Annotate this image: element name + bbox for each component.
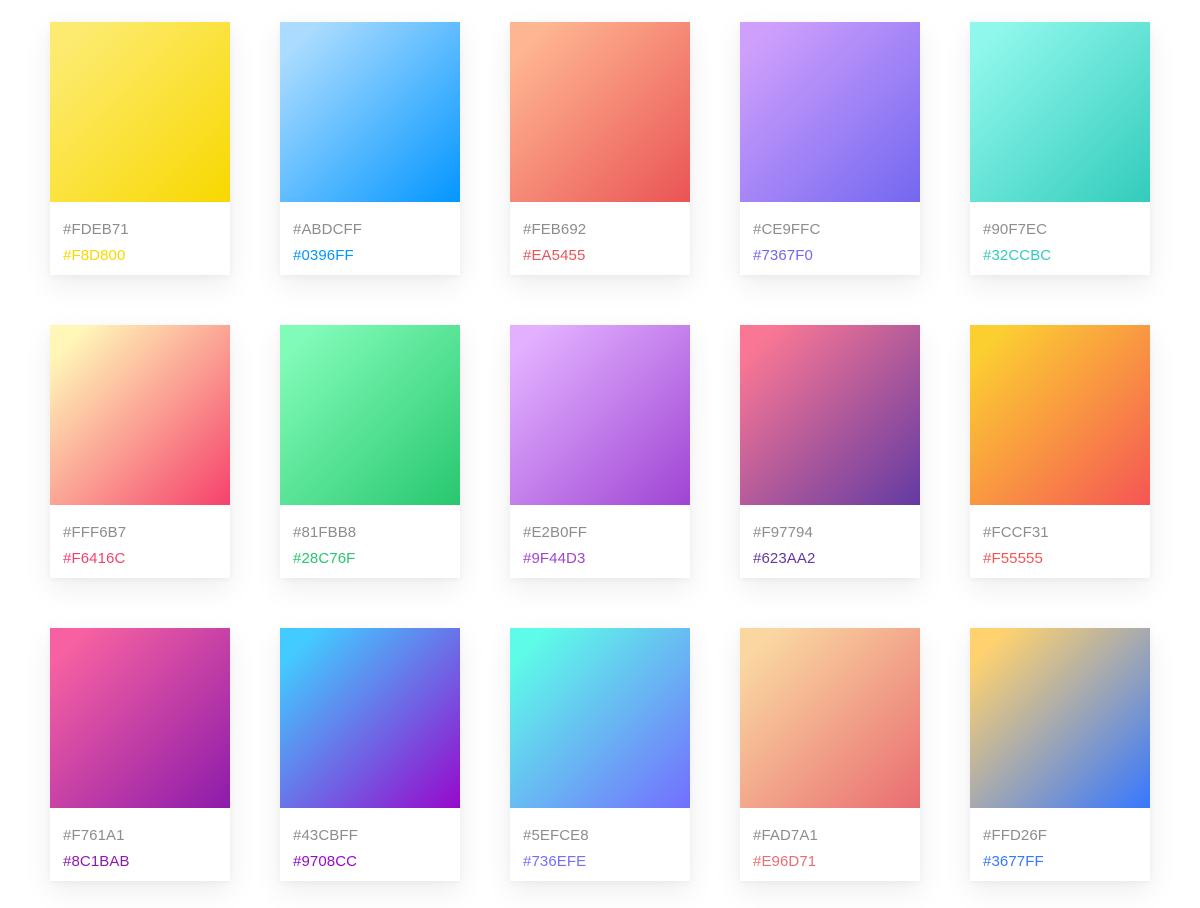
gradient-swatch[interactable] [280,628,460,808]
gradient-swatch[interactable] [510,325,690,505]
end-color-code[interactable]: #9F44D3 [523,546,690,572]
gradient-swatch[interactable] [970,628,1150,808]
start-color-code[interactable]: #43CBFF [293,823,460,849]
palette-info: #ABDCFF #0396FF [280,202,460,275]
palette-card-5[interactable]: #90F7EC #32CCBC [970,22,1150,275]
palette-card-14[interactable]: #FAD7A1 #E96D71 [740,628,920,881]
palette-card-8[interactable]: #E2B0FF #9F44D3 [510,325,690,578]
palette-info: #CE9FFC #7367F0 [740,202,920,275]
gradient-swatch[interactable] [280,325,460,505]
end-color-code[interactable]: #7367F0 [753,243,920,269]
end-color-code[interactable]: #E96D71 [753,849,920,875]
palette-card-7[interactable]: #81FBB8 #28C76F [280,325,460,578]
palette-card-3[interactable]: #FEB692 #EA5455 [510,22,690,275]
palette-info: #F97794 #623AA2 [740,505,920,578]
end-color-code[interactable]: #28C76F [293,546,460,572]
palette-card-1[interactable]: #FDEB71 #F8D800 [50,22,230,275]
start-color-code[interactable]: #FDEB71 [63,217,230,243]
start-color-code[interactable]: #E2B0FF [523,520,690,546]
gradient-palette-grid: #FDEB71 #F8D800 #ABDCFF #0396FF #FEB692 … [0,0,1200,908]
gradient-swatch[interactable] [740,628,920,808]
palette-card-6[interactable]: #FFF6B7 #F6416C [50,325,230,578]
start-color-code[interactable]: #ABDCFF [293,217,460,243]
palette-info: #FFD26F #3677FF [970,808,1150,881]
gradient-swatch[interactable] [510,628,690,808]
start-color-code[interactable]: #F761A1 [63,823,230,849]
palette-card-12[interactable]: #43CBFF #9708CC [280,628,460,881]
end-color-code[interactable]: #3677FF [983,849,1150,875]
palette-card-13[interactable]: #5EFCE8 #736EFE [510,628,690,881]
palette-info: #81FBB8 #28C76F [280,505,460,578]
palette-info: #FDEB71 #F8D800 [50,202,230,275]
start-color-code[interactable]: #5EFCE8 [523,823,690,849]
end-color-code[interactable]: #736EFE [523,849,690,875]
start-color-code[interactable]: #FCCF31 [983,520,1150,546]
palette-info: #FAD7A1 #E96D71 [740,808,920,881]
palette-card-15[interactable]: #FFD26F #3677FF [970,628,1150,881]
gradient-swatch[interactable] [510,22,690,202]
palette-info: #FCCF31 #F55555 [970,505,1150,578]
palette-info: #90F7EC #32CCBC [970,202,1150,275]
start-color-code[interactable]: #FFD26F [983,823,1150,849]
gradient-swatch[interactable] [970,325,1150,505]
palette-info: #F761A1 #8C1BAB [50,808,230,881]
gradient-swatch[interactable] [970,22,1150,202]
end-color-code[interactable]: #0396FF [293,243,460,269]
end-color-code[interactable]: #623AA2 [753,546,920,572]
gradient-swatch[interactable] [740,325,920,505]
end-color-code[interactable]: #F6416C [63,546,230,572]
palette-info: #43CBFF #9708CC [280,808,460,881]
end-color-code[interactable]: #8C1BAB [63,849,230,875]
gradient-swatch[interactable] [280,22,460,202]
start-color-code[interactable]: #F97794 [753,520,920,546]
gradient-swatch[interactable] [50,325,230,505]
end-color-code[interactable]: #F8D800 [63,243,230,269]
palette-card-4[interactable]: #CE9FFC #7367F0 [740,22,920,275]
start-color-code[interactable]: #CE9FFC [753,217,920,243]
palette-info: #5EFCE8 #736EFE [510,808,690,881]
end-color-code[interactable]: #EA5455 [523,243,690,269]
start-color-code[interactable]: #FEB692 [523,217,690,243]
end-color-code[interactable]: #32CCBC [983,243,1150,269]
palette-card-11[interactable]: #F761A1 #8C1BAB [50,628,230,881]
gradient-swatch[interactable] [740,22,920,202]
palette-info: #FEB692 #EA5455 [510,202,690,275]
palette-card-2[interactable]: #ABDCFF #0396FF [280,22,460,275]
palette-info: #FFF6B7 #F6416C [50,505,230,578]
start-color-code[interactable]: #81FBB8 [293,520,460,546]
end-color-code[interactable]: #F55555 [983,546,1150,572]
palette-card-9[interactable]: #F97794 #623AA2 [740,325,920,578]
start-color-code[interactable]: #FFF6B7 [63,520,230,546]
palette-card-10[interactable]: #FCCF31 #F55555 [970,325,1150,578]
start-color-code[interactable]: #90F7EC [983,217,1150,243]
gradient-swatch[interactable] [50,22,230,202]
palette-info: #E2B0FF #9F44D3 [510,505,690,578]
gradient-swatch[interactable] [50,628,230,808]
start-color-code[interactable]: #FAD7A1 [753,823,920,849]
end-color-code[interactable]: #9708CC [293,849,460,875]
